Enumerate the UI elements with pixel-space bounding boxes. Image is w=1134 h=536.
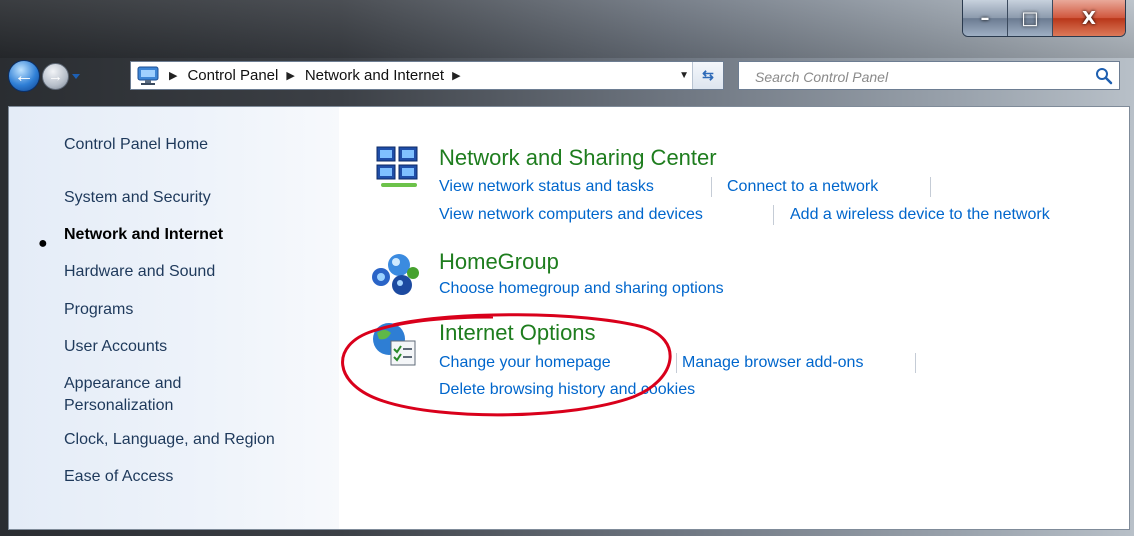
navigation-bar: ← → ▶ Control Panel ▶ Network and Intern… — [0, 56, 1134, 96]
network-sharing-center-title[interactable]: Network and Sharing Center — [439, 145, 717, 171]
annotation-ellipse — [341, 313, 672, 417]
chevron-down-icon — [72, 74, 80, 79]
sidebar-item-clock-language-region[interactable]: Clock, Language, and Region — [64, 429, 275, 451]
back-button[interactable]: ← — [8, 60, 40, 92]
maximize-button[interactable]: □ — [1008, 0, 1053, 36]
control-panel-window: – □ X ← → ▶ Control Panel ▶ Network and … — [0, 0, 1134, 536]
address-dropdown-button[interactable]: ▼ — [679, 70, 689, 81]
link-manage-browser-addons[interactable]: Manage browser add-ons — [682, 353, 863, 373]
homegroup-icon[interactable] — [369, 247, 421, 299]
maximize-icon: □ — [1021, 7, 1039, 29]
link-add-wireless-device[interactable]: Add a wireless device to the network — [790, 205, 1050, 225]
minimize-icon: – — [980, 7, 990, 29]
control-panel-icon — [135, 65, 161, 87]
search-icon[interactable] — [1095, 67, 1113, 85]
minimize-button[interactable]: – — [963, 0, 1008, 36]
forward-button[interactable]: → — [42, 63, 69, 90]
breadcrumb-separator[interactable]: ▶ — [452, 69, 460, 82]
active-bullet-icon: ● — [38, 235, 48, 252]
breadcrumb-separator[interactable]: ▶ — [169, 69, 177, 82]
sidebar-item-hardware-and-sound[interactable]: Hardware and Sound — [64, 261, 215, 283]
caption-buttons: – □ X — [962, 0, 1126, 37]
link-connect-to-network[interactable]: Connect to a network — [727, 177, 878, 197]
breadcrumb-network-and-internet[interactable]: Network and Internet — [305, 67, 444, 84]
sidebar-item-appearance-and-personalization[interactable]: Appearance and Personalization — [64, 373, 304, 417]
sidebar-item-user-accounts[interactable]: User Accounts — [64, 336, 167, 358]
link-separator — [915, 353, 916, 373]
homegroup-title[interactable]: HomeGroup — [439, 249, 559, 275]
search-input[interactable] — [739, 62, 1097, 91]
network-sharing-icon[interactable] — [373, 141, 425, 193]
content-pane: Control Panel Home System and Security ●… — [8, 106, 1130, 530]
link-separator — [930, 177, 931, 197]
search-box[interactable] — [738, 61, 1120, 91]
link-separator — [773, 205, 774, 225]
link-view-network-computers[interactable]: View network computers and devices — [439, 205, 703, 225]
link-separator — [711, 177, 712, 197]
arrow-right-icon: → — [48, 68, 63, 85]
recent-pages-dropdown[interactable] — [71, 69, 81, 83]
sidebar-item-ease-of-access[interactable]: Ease of Access — [64, 466, 173, 488]
close-icon: X — [1082, 7, 1096, 29]
link-choose-homegroup[interactable]: Choose homegroup and sharing options — [439, 279, 724, 299]
close-button[interactable]: X — [1053, 0, 1125, 36]
address-bar[interactable]: ▶ Control Panel ▶ Network and Internet ▶… — [130, 61, 724, 90]
refresh-icon: ⇆ — [702, 67, 714, 83]
sidebar: Control Panel Home System and Security ●… — [9, 107, 339, 529]
sidebar-item-programs[interactable]: Programs — [64, 299, 133, 321]
arrow-left-icon: ← — [14, 64, 34, 87]
main-panel: Network and Sharing Center View network … — [339, 107, 1129, 529]
refresh-button[interactable]: ⇆ — [692, 62, 723, 89]
sidebar-item-system-and-security[interactable]: System and Security — [64, 187, 211, 209]
sidebar-item-network-and-internet: Network and Internet — [64, 226, 224, 243]
link-view-network-status[interactable]: View network status and tasks — [439, 177, 654, 197]
sidebar-item-control-panel-home[interactable]: Control Panel Home — [64, 134, 208, 156]
breadcrumb-separator[interactable]: ▶ — [286, 69, 294, 82]
breadcrumb-control-panel[interactable]: Control Panel — [187, 67, 278, 84]
